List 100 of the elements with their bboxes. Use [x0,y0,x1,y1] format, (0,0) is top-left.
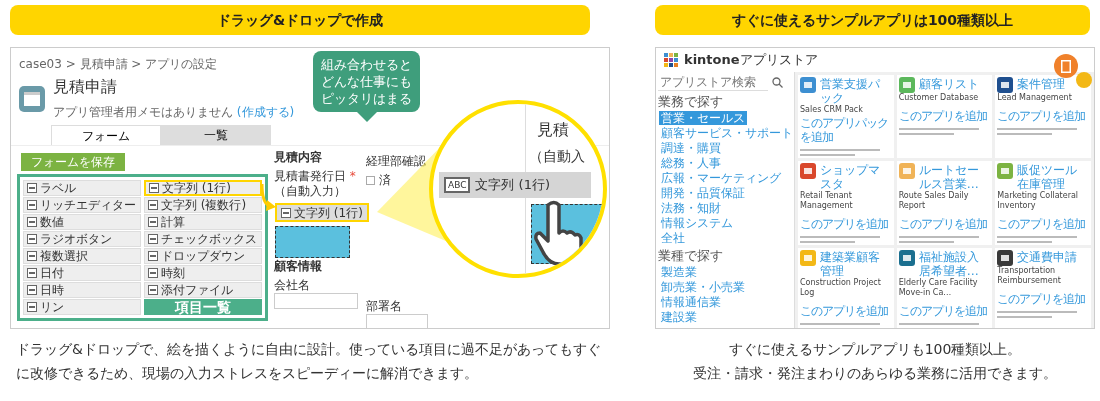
app-title[interactable]: 顧客リスト [918,77,979,91]
field-type-item[interactable]: ラベル [23,180,141,196]
app-title[interactable]: 営業支援パック [820,77,892,105]
add-app-link[interactable]: このアプリを追加 [898,217,987,231]
checkbox-option[interactable]: 済 [366,173,391,188]
add-app-link[interactable]: このアプリを追加 [997,292,1086,306]
text-input-field[interactable] [274,293,358,309]
app-title[interactable]: ルートセールス営業… [918,163,991,191]
add-app-link[interactable]: このアプリを追加 [997,217,1086,231]
add-app-link[interactable]: このアプリを追加 [800,304,888,318]
app-title[interactable]: 福祉施設入居希望者… [918,250,991,278]
hand-pointer-icon [533,200,583,266]
field-type-icon [27,251,37,261]
field-type-icon [27,234,37,244]
category-link[interactable]: 顧客サービス・サポート [659,126,795,140]
create-memo-link[interactable]: (作成する) [236,105,295,119]
add-app-link[interactable]: このアプリを追加 [898,304,987,318]
category-link[interactable]: 法務・知財 [659,201,723,215]
field-label: 見積書発行日 * [274,169,356,184]
field-type-item[interactable]: ドロップダウン [144,248,262,264]
field-label: 経理部確認 [366,154,426,169]
field-type-icon [148,268,158,278]
field-type-item[interactable]: チェックボックス [144,231,262,247]
section-heading: ドラッグ&ドロップで作成 [10,5,590,35]
category-link[interactable]: 開発・品質保証 [659,186,747,200]
app-title: 見積申請 [53,78,117,96]
save-form-button[interactable]: フォームを保存 [21,153,125,171]
app-subtitle: Route Sales Daily Report [898,191,970,211]
text-input-field[interactable] [366,314,428,328]
breadcrumb: case03 > 見積申請 > アプリの設定 [19,57,218,72]
category-link[interactable]: 製造業 [659,265,699,279]
app-subtitle: Customer Database [898,93,980,103]
field-type-item[interactable]: 時刻 [144,265,262,281]
field-type-icon [27,268,37,278]
app-icon [19,86,45,112]
category-link[interactable]: 総務・人事 [659,156,723,170]
category-link[interactable]: 調達・購買 [659,141,723,155]
app-subtitle: Construction Project Log [800,278,882,298]
category-heading: 業務で探す [658,93,724,110]
field-type-item[interactable]: 計算 [144,214,262,230]
search-icon [772,77,783,88]
field-label: 見積 [537,120,569,139]
field-type-icon [148,217,158,227]
palette-label: 項目一覧 [144,299,262,315]
app-subtitle: Transportation Reimbursement [997,266,1062,286]
field-type-item[interactable]: リン [23,299,141,315]
app-title[interactable]: ショップマスタ [820,163,892,191]
category-link[interactable]: 全社 [659,231,687,245]
section-heading: 見積内容 [274,150,323,165]
add-app-link[interactable]: このアプリを追加 [898,109,987,123]
memo-text: アプリ管理者用メモはありません (作成する) [53,105,295,120]
category-link[interactable]: 卸売業・小売業 [659,280,747,294]
field-type-icon [149,183,159,193]
field-type-icon [27,217,37,227]
field-type-icon: ABC [444,177,471,193]
field-type-item[interactable]: 複数選択 [23,248,141,264]
field-type-icon [27,200,37,210]
field-type-icon [27,183,37,193]
app-subtitle: Marketing Collateral Inventory [997,191,1080,211]
app-title[interactable]: 交通費申請 [1017,250,1078,264]
app-title[interactable]: 販促ツール在庫管理 [1017,163,1089,191]
field-type-item[interactable]: 日付 [23,265,141,281]
speech-bubble-pointer [357,112,377,122]
search-field[interactable]: アプリストア検索 [658,74,768,91]
field-type-item[interactable]: 添付ファイル [144,282,262,298]
add-app-link[interactable]: このアプリパックを追加 [800,116,892,144]
store-title: kintoneアプリストア [684,51,818,70]
tab[interactable]: フォーム [51,125,161,145]
field-label: 部署名 [366,299,403,314]
field-type-item[interactable]: 文字列 (1行) [144,180,262,196]
category-link[interactable]: 情報通信業 [659,295,723,309]
field-type-icon [148,251,158,261]
document-icon [1061,59,1071,73]
field-type-item[interactable]: リッチエディター [23,197,141,213]
add-app-link[interactable]: このアプリを追加 [997,109,1086,123]
section-heading: 顧客情報 [274,259,323,274]
dragged-field-item[interactable]: 文字列 (1行) [275,203,369,222]
category-link[interactable]: 建設業 [659,310,699,324]
field-type-icon [27,302,37,312]
field-type-item[interactable]: 数値 [23,214,141,230]
category-link[interactable]: 営業・セールス [659,111,747,125]
field-value: （自動入 [529,148,585,165]
app-subtitle: Sales CRM Pack [800,105,864,115]
field-type-item[interactable]: ラジオボタン [23,231,141,247]
app-title[interactable]: 案件管理 [1017,77,1066,91]
tab[interactable]: 一覧 [161,125,271,145]
field-type-item[interactable]: 日時 [23,282,141,298]
app-subtitle: Elderly Care Facility Move-in Ca… [898,278,979,298]
checkbox-icon [366,176,375,185]
field-type-icon [27,285,37,295]
field-type-icon [148,200,158,210]
field-type-icon [281,207,291,218]
app-title[interactable]: 建築業顧客管理 [820,250,892,278]
category-link[interactable]: 広報・マーケティング [659,171,783,185]
category-heading: 業種で探す [658,247,724,264]
category-link[interactable]: 情報システム [659,216,735,230]
field-type-item[interactable]: 文字列 (複数行) [144,197,262,213]
dragged-field-item[interactable]: ABC 文字列 (1行) [439,172,591,198]
add-app-link[interactable]: このアプリを追加 [800,217,888,231]
section-heading: すぐに使えるサンプルアプリは100種類以上 [655,5,1090,35]
